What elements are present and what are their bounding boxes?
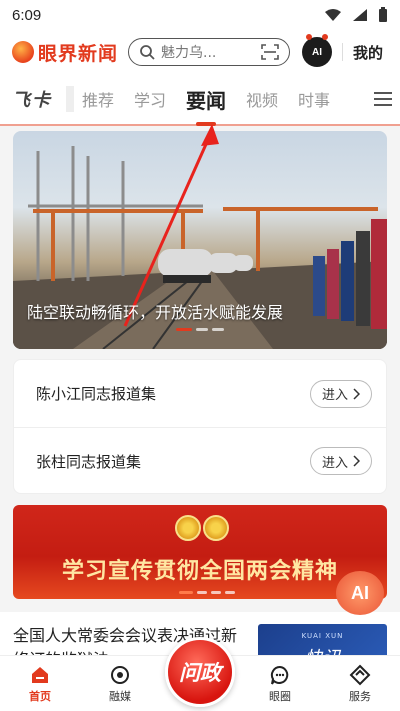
wifi-icon [325, 9, 341, 21]
promo-pagination [179, 591, 235, 594]
enter-button[interactable]: 进入 [310, 379, 372, 408]
nav-home[interactable]: 首页 [0, 656, 80, 711]
tab-recommend[interactable]: 推荐 [82, 87, 114, 111]
thumb-subtitle: KUAI XUN [301, 632, 344, 640]
tab-separator [66, 86, 74, 112]
enter-button[interactable]: 进入 [310, 447, 372, 475]
search-icon [140, 45, 155, 60]
signal-icon [353, 9, 367, 21]
service-icon [349, 664, 371, 686]
nav-label: 服务 [349, 690, 371, 703]
national-emblem-icon [175, 515, 201, 541]
tab-headlines[interactable]: 要闻 [186, 85, 226, 114]
app-logo[interactable]: 眼界新闻 [12, 39, 118, 66]
nav-label: 融媒 [109, 690, 131, 703]
ai-assistant-button[interactable]: AI [302, 34, 333, 67]
tab-video[interactable]: 视频 [246, 87, 278, 111]
report-title: 张柱同志报道集 [36, 452, 142, 471]
header-divider [342, 43, 344, 61]
nav-label: 眼圈 [269, 690, 291, 703]
search-input[interactable]: 魅力乌... [128, 38, 291, 66]
tab-current-affairs[interactable]: 时事 [298, 87, 330, 111]
report-title: 陈小江同志报道集 [36, 385, 157, 403]
chevron-right-icon [353, 455, 360, 467]
wenzheng-label: 问政 [179, 661, 221, 685]
nav-media[interactable]: 融媒 [80, 656, 160, 711]
status-time: 6:09 [12, 6, 42, 24]
scan-icon[interactable] [261, 44, 279, 60]
promo-banner[interactable]: 学习宣传贯彻全国两会精神 [13, 505, 387, 599]
nav-circle[interactable]: 眼圈 [240, 656, 320, 711]
status-icons [324, 7, 388, 23]
hero-caption: 陆空联动畅循环，开放活水赋能发展 [27, 303, 284, 322]
nav-service[interactable]: 服务 [320, 656, 400, 711]
chat-icon [270, 665, 289, 685]
tab-feika[interactable]: 飞卡 [12, 86, 52, 112]
ai-badge-text: AI [312, 46, 323, 58]
nav-label: 首页 [29, 690, 51, 703]
logo-flame-icon [12, 41, 34, 63]
enter-button-label: 进入 [321, 455, 348, 471]
party-emblem-icon [203, 515, 229, 541]
app-header: 眼界新闻 魅力乌... AI 我的 [0, 30, 400, 74]
search-placeholder: 魅力乌... [161, 45, 217, 61]
channel-tabs: 飞卡 推荐 学习 要闻 视频 时事 [0, 74, 400, 126]
home-icon [32, 667, 48, 683]
enter-button-label: 进入 [321, 388, 348, 403]
media-icon [111, 666, 129, 684]
wenzheng-button[interactable]: 问政 [165, 637, 235, 707]
chevron-right-icon [353, 387, 360, 400]
tab-study[interactable]: 学习 [134, 87, 166, 111]
floating-ai-button[interactable]: AI [336, 571, 384, 615]
hero-banner[interactable]: 陆空联动畅循环，开放活水赋能发展 [13, 131, 387, 349]
floating-ai-label: AI [351, 582, 369, 603]
report-row[interactable]: 张柱同志报道集 进入 [14, 427, 386, 494]
report-collection-card: 陈小江同志报道集 进入 张柱同志报道集 进入 [13, 359, 387, 494]
channel-menu-icon[interactable] [374, 92, 392, 106]
hero-pagination [176, 328, 224, 331]
mine-button[interactable]: 我的 [353, 42, 383, 63]
app-screen: 6:09 眼界新闻 魅力乌... AI 我的 飞卡 推荐 学习 要闻 视频 时事… [0, 0, 400, 711]
annotation-arrow-head-icon [201, 124, 219, 146]
logo-text: 眼界新闻 [38, 42, 119, 65]
battery-icon [379, 7, 387, 22]
report-row[interactable]: 陈小江同志报道集 进入 [14, 360, 386, 427]
promo-title: 学习宣传贯彻全国两会精神 [61, 559, 338, 584]
status-bar: 6:09 [0, 0, 400, 30]
